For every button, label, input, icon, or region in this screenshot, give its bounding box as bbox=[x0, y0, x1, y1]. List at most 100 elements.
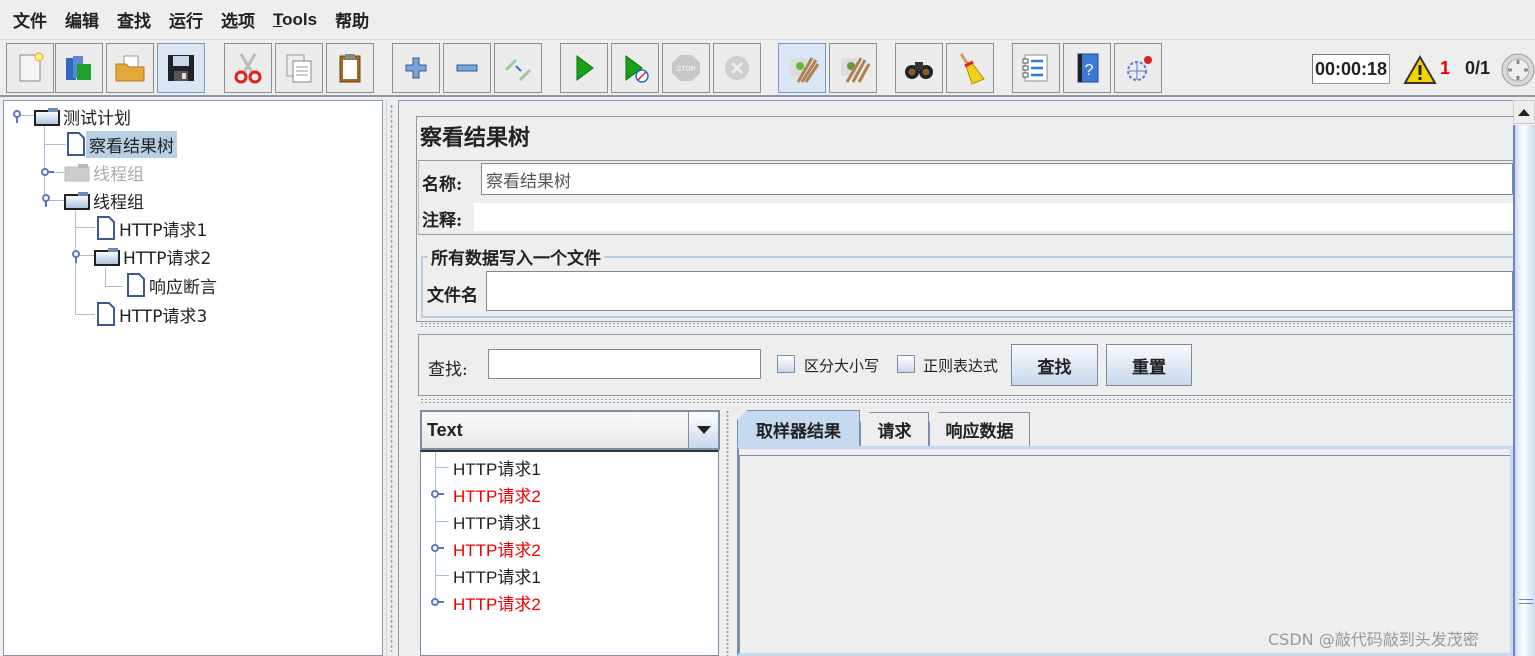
tree-node-http-request-3[interactable]: HTTP请求3 bbox=[96, 301, 210, 327]
tree-node-label: 线程组 bbox=[93, 192, 144, 213]
warning-icon[interactable] bbox=[1403, 55, 1437, 85]
menu-bar: 文件 编辑 查找 运行 选项 Tools 帮助 bbox=[0, 0, 1535, 40]
templates-icon bbox=[66, 56, 91, 80]
tree-node-thread-group-disabled[interactable]: 线程组 bbox=[64, 159, 147, 185]
clear-all-button[interactable] bbox=[829, 43, 877, 93]
search-label: 查找: bbox=[428, 360, 468, 380]
split-pane-divider[interactable] bbox=[386, 100, 396, 656]
result-item[interactable]: HTTP请求1 bbox=[453, 563, 541, 587]
reset-search-button[interactable] bbox=[946, 43, 994, 93]
search-button[interactable] bbox=[895, 43, 943, 93]
menu-options[interactable]: 选项 bbox=[212, 7, 264, 32]
filename-label: 文件名 bbox=[427, 286, 478, 306]
sample-results-tree[interactable]: HTTP请求1 HTTP请求2 HTTP请求1 HTTP请求2 HTTP请求1 … bbox=[420, 450, 719, 656]
paste-button[interactable] bbox=[326, 43, 374, 93]
test-plan-tree[interactable]: 测试计划 察看结果树 线程组 线程组 HTTP请求1 HTTP请求2 响应断言 … bbox=[3, 100, 383, 656]
cut-button[interactable] bbox=[224, 43, 272, 93]
clear-button[interactable] bbox=[778, 43, 826, 93]
open-button[interactable] bbox=[106, 43, 154, 93]
new-button[interactable] bbox=[6, 43, 54, 93]
tab-response-data[interactable]: 响应数据 bbox=[929, 412, 1030, 446]
start-icon bbox=[576, 55, 594, 81]
templates-button[interactable] bbox=[55, 43, 103, 93]
collapse-toggle-icon[interactable] bbox=[40, 193, 54, 207]
start-no-pause-button[interactable] bbox=[611, 43, 659, 93]
shutdown-button[interactable] bbox=[713, 43, 761, 93]
scrollbar-grip bbox=[1519, 599, 1533, 604]
chevron-down-icon bbox=[696, 426, 711, 434]
clear-icon bbox=[790, 57, 820, 83]
filename-input[interactable] bbox=[486, 271, 1513, 311]
collapse-icon bbox=[456, 64, 478, 72]
find-button[interactable]: 查找 bbox=[1011, 344, 1098, 386]
document-icon bbox=[127, 273, 145, 297]
binoculars-icon bbox=[905, 62, 933, 79]
menu-help[interactable]: 帮助 bbox=[326, 7, 378, 32]
tree-node-label: 察看结果树 bbox=[86, 130, 177, 158]
comment-input[interactable] bbox=[474, 203, 1513, 231]
collapse-toggle-icon[interactable] bbox=[70, 249, 84, 263]
active-threads: 0/1 bbox=[1465, 58, 1491, 78]
collapse-button[interactable] bbox=[443, 43, 491, 93]
menu-edit[interactable]: 编辑 bbox=[56, 7, 108, 32]
folder-icon bbox=[94, 248, 120, 266]
toggle-button[interactable] bbox=[494, 43, 542, 93]
stop-icon: STOP bbox=[672, 55, 700, 81]
remote-network-icon bbox=[1127, 56, 1152, 81]
elapsed-timer: 00:00:18 bbox=[1312, 54, 1390, 84]
result-item-error[interactable]: HTTP请求2 bbox=[453, 536, 541, 560]
scrollbar-thumb[interactable] bbox=[1513, 125, 1535, 656]
tree-node-view-results-tree[interactable]: 察看结果树 bbox=[66, 130, 177, 158]
case-sensitive-checkbox[interactable] bbox=[777, 355, 795, 373]
result-item[interactable]: HTTP请求1 bbox=[453, 455, 541, 479]
tree-node-thread-group[interactable]: 线程组 bbox=[64, 187, 147, 213]
menu-tools[interactable]: Tools bbox=[264, 10, 326, 30]
clear-all-icon bbox=[841, 57, 871, 83]
function-helper-button[interactable] bbox=[1012, 43, 1060, 93]
result-item-error[interactable]: HTTP请求2 bbox=[453, 482, 541, 506]
expand-toggle-icon[interactable] bbox=[430, 595, 444, 609]
save-button[interactable] bbox=[157, 43, 205, 93]
scroll-up-button[interactable] bbox=[1513, 100, 1535, 124]
tab-content-area bbox=[737, 446, 1513, 656]
tab-sampler-result[interactable]: 取样器结果 bbox=[737, 410, 860, 447]
results-split-divider[interactable] bbox=[722, 410, 734, 656]
warning-count[interactable]: 1 bbox=[1440, 58, 1450, 79]
tree-node-label: 响应断言 bbox=[149, 277, 217, 298]
help-button[interactable]: ? bbox=[1063, 43, 1111, 93]
arrow-up-icon bbox=[1518, 108, 1530, 116]
expand-toggle-icon[interactable] bbox=[40, 165, 54, 179]
folder-icon bbox=[64, 192, 90, 210]
start-button[interactable] bbox=[560, 43, 608, 93]
svg-text:STOP: STOP bbox=[677, 66, 696, 73]
document-icon bbox=[97, 216, 115, 240]
dropdown-arrow-button[interactable] bbox=[688, 412, 718, 448]
list-icon bbox=[1022, 54, 1048, 82]
expand-toggle-icon[interactable] bbox=[430, 541, 444, 555]
remote-button[interactable] bbox=[1114, 43, 1162, 93]
renderer-select[interactable]: Text bbox=[420, 410, 720, 450]
result-item-error[interactable]: HTTP请求2 bbox=[453, 590, 541, 614]
regex-checkbox[interactable] bbox=[897, 355, 915, 373]
tree-node-response-assertion[interactable]: 响应断言 bbox=[126, 272, 220, 298]
expand-toggle-icon[interactable] bbox=[430, 487, 444, 501]
collapse-toggle-icon[interactable] bbox=[11, 109, 25, 123]
tab-request[interactable]: 请求 bbox=[860, 412, 929, 446]
result-item[interactable]: HTTP请求1 bbox=[453, 509, 541, 533]
tree-node-http-request-2[interactable]: HTTP请求2 bbox=[94, 243, 214, 269]
copy-button[interactable] bbox=[275, 43, 323, 93]
search-input[interactable] bbox=[488, 349, 761, 379]
panel-title: 察看结果树 bbox=[420, 125, 531, 151]
stop-button[interactable]: STOP bbox=[662, 43, 710, 93]
reset-button[interactable]: 重置 bbox=[1106, 344, 1192, 386]
menu-run[interactable]: 运行 bbox=[160, 7, 212, 32]
horizontal-splitter[interactable] bbox=[420, 322, 1513, 329]
horizontal-splitter[interactable] bbox=[420, 398, 1513, 405]
vertical-scrollbar[interactable] bbox=[1513, 100, 1535, 656]
expand-button[interactable] bbox=[392, 43, 440, 93]
menu-search[interactable]: 查找 bbox=[108, 7, 160, 32]
menu-file[interactable]: 文件 bbox=[4, 7, 56, 32]
name-input[interactable]: 察看结果树 bbox=[481, 163, 1513, 195]
tree-node-http-request-1[interactable]: HTTP请求1 bbox=[96, 215, 210, 241]
tree-node-test-plan[interactable]: 测试计划 bbox=[34, 103, 134, 129]
